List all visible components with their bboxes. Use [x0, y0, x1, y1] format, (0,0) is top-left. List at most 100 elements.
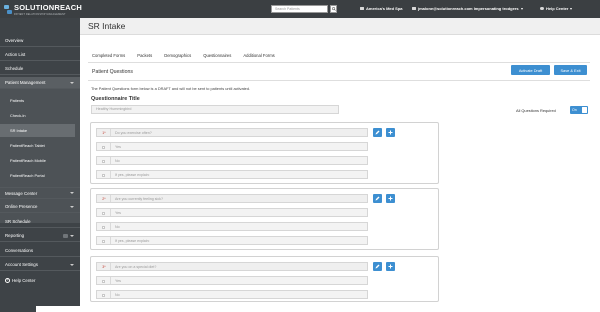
- field-divider: [110, 157, 111, 164]
- sidebar-footer: [36, 306, 80, 312]
- sidebar-item-reporting[interactable]: Reporting: [0, 230, 80, 242]
- pencil-icon: [375, 130, 380, 135]
- sidebar-item-label: Overview: [5, 38, 24, 43]
- answer-option-label: If yes, please explain:: [115, 172, 150, 177]
- answer-option[interactable]: Yes: [96, 142, 368, 151]
- answer-option[interactable]: No: [96, 156, 368, 165]
- sidebar-item-patient-management[interactable]: Patient Management: [0, 77, 80, 89]
- answer-option[interactable]: Yes: [96, 276, 368, 285]
- answer-option-label: Yes: [115, 144, 121, 149]
- checkbox-icon: [102, 160, 105, 163]
- sidebar-item-sr-intake[interactable]: SR Intake: [0, 124, 75, 137]
- brand-logo[interactable]: SOLUTIONREACH PATIENT RELATIONSHIP MANAG…: [4, 2, 83, 16]
- sidebar-item-online-presence[interactable]: Online Presence: [0, 201, 80, 213]
- sidebar-item-label: Message Center: [5, 190, 38, 196]
- checkbox-icon: [102, 240, 105, 243]
- chevron-down-icon: [70, 263, 74, 266]
- sidebar-item-label: Online Presence: [5, 204, 38, 209]
- sidebar-item-action-list[interactable]: Action List: [0, 49, 80, 61]
- badge-icon: [63, 233, 68, 238]
- sidebar-item-patientreach-mobile[interactable]: PatientReach Mobile: [0, 155, 80, 165]
- sidebar-item-label: SR Intake: [10, 128, 28, 133]
- sidebar-item-message-center[interactable]: Message Center: [0, 187, 80, 199]
- brand-name: SOLUTIONREACH: [14, 2, 83, 12]
- sidebar-item-patientreach-tablet[interactable]: PatientReach Tablet: [0, 140, 80, 150]
- save-exit-button[interactable]: Save & Exit: [554, 65, 587, 75]
- chevron-down-icon: [70, 234, 74, 237]
- plus-icon: [388, 264, 393, 269]
- question-prompt: Are you currently feeling sick?: [115, 196, 163, 201]
- sidebar-item-schedule[interactable]: Schedule: [0, 63, 80, 75]
- tab-questionnaires[interactable]: Questionnaires: [203, 53, 231, 58]
- answer-option[interactable]: No: [96, 222, 368, 231]
- patient-search-input[interactable]: Search Patients: [271, 5, 328, 13]
- sidebar-item-help-center[interactable]: ? Help Center: [0, 274, 80, 286]
- tab-packets[interactable]: Packets: [137, 53, 152, 58]
- field-divider: [110, 291, 111, 298]
- all-questions-required-toggle[interactable]: On: [570, 106, 588, 114]
- question-prompt-field[interactable]: 1* Do you exercise often?: [96, 128, 368, 137]
- chevron-down-icon: [70, 205, 74, 208]
- sidebar-item-check-in[interactable]: Check-In: [0, 110, 80, 120]
- question-number: 1*: [102, 130, 106, 135]
- answer-option-label: No: [115, 158, 120, 163]
- help-center-menu[interactable]: Help Center: [540, 6, 573, 11]
- checkbox-icon: [102, 280, 105, 283]
- questionnaire-title-label: Questionnaire Title: [91, 96, 140, 102]
- location-selector[interactable]: America's Med Spa: [360, 6, 403, 11]
- question-prompt-field[interactable]: 3* Are you on a special diet?: [96, 262, 368, 271]
- field-divider: [110, 223, 111, 230]
- sidebar-item-account-settings[interactable]: Account Settings: [0, 259, 80, 271]
- logo-icon: [4, 5, 12, 14]
- sidebar-item-label: PatientReach Tablet: [10, 142, 45, 148]
- sidebar-item-label: Schedule: [5, 66, 24, 71]
- page-title: SR Intake: [88, 21, 126, 31]
- section-divider: [88, 80, 590, 81]
- top-bar: SOLUTIONREACH PATIENT RELATIONSHIP MANAG…: [0, 0, 600, 18]
- sidebar-item-sr-schedule[interactable]: SR Schedule: [0, 216, 80, 228]
- chevron-down-icon: [70, 192, 74, 194]
- pencil-icon: [375, 196, 380, 201]
- sidebar-item-label: Account Settings: [5, 262, 38, 267]
- add-question-button[interactable]: [386, 262, 395, 271]
- section-title: Patient Questions: [92, 69, 133, 75]
- checkbox-icon: [102, 212, 105, 215]
- answer-option-label: If yes, please explain:: [115, 238, 150, 243]
- field-divider: [110, 263, 111, 270]
- question-card-2: 2* Are you currently feeling sick? Yes N…: [90, 188, 439, 250]
- brand-tagline: PATIENT RELATIONSHIP MANAGEMENT: [14, 12, 66, 16]
- answer-option[interactable]: If yes, please explain:: [96, 170, 368, 179]
- building-icon: [360, 6, 364, 11]
- edit-question-button[interactable]: [373, 262, 382, 271]
- add-question-button[interactable]: [386, 194, 395, 203]
- user-menu[interactable]: jmalone@solutionreach.com Impersonating …: [412, 6, 523, 11]
- checkbox-icon: [102, 294, 105, 297]
- field-divider: [110, 237, 111, 244]
- edit-question-button[interactable]: [373, 128, 382, 137]
- tab-additional-forms[interactable]: Additional Forms: [243, 53, 274, 58]
- question-number: 2*: [102, 196, 106, 201]
- sidebar-item-patients[interactable]: Patients: [0, 95, 80, 105]
- user-label: jmalone@solutionreach.com Impersonating …: [418, 6, 519, 11]
- question-card-1: 1* Do you exercise often? Yes No If yes,…: [90, 122, 439, 184]
- question-prompt: Are you on a special diet?: [115, 264, 157, 269]
- tab-completed-forms[interactable]: Completed Forms: [92, 53, 125, 58]
- location-label: America's Med Spa: [366, 6, 403, 11]
- answer-option[interactable]: No: [96, 290, 368, 299]
- question-prompt-field[interactable]: 2* Are you currently feeling sick?: [96, 194, 368, 203]
- edit-question-button[interactable]: [373, 194, 382, 203]
- sidebar-item-conversations[interactable]: Conversations: [0, 245, 80, 257]
- toggle-knob: [582, 107, 587, 113]
- answer-option-label: Yes: [115, 278, 121, 283]
- answer-option[interactable]: If yes, please explain:: [96, 236, 368, 245]
- search-button[interactable]: [330, 5, 337, 13]
- field-divider: [110, 143, 111, 150]
- add-question-button[interactable]: [386, 128, 395, 137]
- sidebar-item-overview[interactable]: Overview: [0, 35, 80, 47]
- answer-option[interactable]: Yes: [96, 208, 368, 217]
- sidebar-item-patientreach-portal[interactable]: PatientReach Portal: [0, 170, 80, 180]
- activate-draft-button[interactable]: Activate Draft: [511, 65, 550, 75]
- tab-demographics[interactable]: Demographics: [164, 53, 191, 58]
- questionnaire-title-input[interactable]: Healthy Hummingbird: [91, 105, 339, 114]
- question-card-3: 3* Are you on a special diet? Yes No: [90, 256, 439, 302]
